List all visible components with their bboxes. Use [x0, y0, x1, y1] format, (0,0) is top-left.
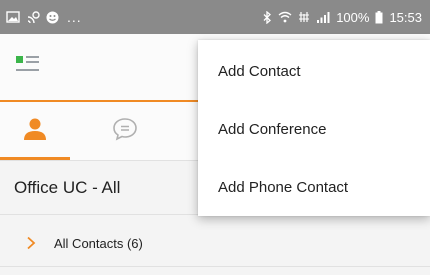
- chat-bubble-icon: [112, 117, 138, 146]
- battery-icon: [375, 10, 383, 24]
- chevron-right-icon: [24, 236, 38, 250]
- app-logo-icon[interactable]: [16, 54, 42, 76]
- overflow-menu: Add Contact Add Conference Add Phone Con…: [198, 40, 430, 216]
- status-right: 100% 15:53: [263, 10, 422, 25]
- status-overflow: ...: [67, 9, 82, 25]
- status-bar: ... 100% 15:53: [0, 0, 430, 34]
- tab-contacts[interactable]: [0, 102, 70, 160]
- gallery-icon: [6, 11, 20, 23]
- tab-chat[interactable]: [90, 102, 160, 160]
- status-left: ...: [6, 9, 82, 25]
- divider: [0, 266, 430, 267]
- menu-item-add-conference[interactable]: Add Conference: [198, 100, 430, 158]
- section-title: Office UC - All: [14, 178, 121, 197]
- battery-percent: 100%: [336, 9, 370, 25]
- smiley-icon: [46, 11, 59, 24]
- network-icon: [298, 11, 310, 23]
- wifi-icon: [278, 11, 292, 23]
- menu-item-add-phone-contact[interactable]: Add Phone Contact: [198, 158, 430, 216]
- bluetooth-icon: [263, 10, 272, 24]
- contact-group-row[interactable]: All Contacts (6): [0, 222, 430, 264]
- status-time: 15:53: [389, 9, 422, 25]
- person-icon: [23, 117, 47, 146]
- cast-icon: [26, 11, 40, 23]
- menu-item-add-contact[interactable]: Add Contact: [198, 42, 430, 100]
- signal-icon: [316, 11, 330, 23]
- group-label: All Contacts (6): [54, 235, 143, 251]
